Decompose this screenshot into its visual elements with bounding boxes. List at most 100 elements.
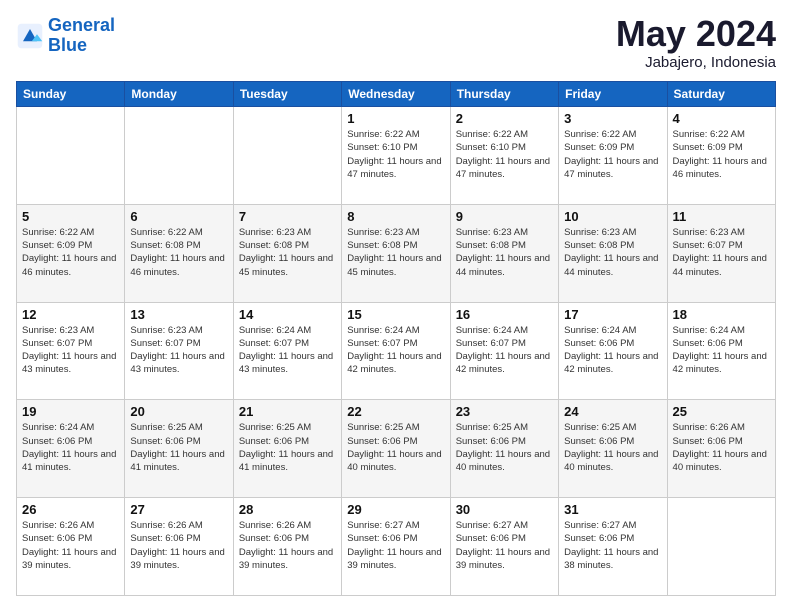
cell-info: Sunrise: 6:25 AM Sunset: 6:06 PM Dayligh…: [130, 421, 227, 474]
table-row: 23 Sunrise: 6:25 AM Sunset: 6:06 PM Dayli…: [450, 400, 558, 498]
day-number: 6: [130, 209, 227, 224]
day-number: 29: [347, 502, 444, 517]
logo-text: General Blue: [48, 16, 115, 56]
logo: General Blue: [16, 16, 115, 56]
table-row: 3Sunrise: 6:22 AM Sunset: 6:09 PM Daylig…: [559, 107, 667, 205]
col-sunday: Sunday: [17, 82, 125, 107]
table-row: 15Sunrise: 6:24 AM Sunset: 6:07 PM Dayli…: [342, 302, 450, 400]
day-number: 19: [22, 404, 119, 419]
day-number: 16: [456, 307, 553, 322]
cell-info: Sunrise: 6:27 AM Sunset: 6:06 PM Dayligh…: [456, 519, 553, 572]
day-number: 2: [456, 111, 553, 126]
day-number: 22: [347, 404, 444, 419]
cell-info: Sunrise: 6:22 AM Sunset: 6:10 PM Dayligh…: [456, 128, 553, 181]
day-number: 9: [456, 209, 553, 224]
col-wednesday: Wednesday: [342, 82, 450, 107]
table-row: 7Sunrise: 6:23 AM Sunset: 6:08 PM Daylig…: [233, 204, 341, 302]
day-number: 17: [564, 307, 661, 322]
cell-info: Sunrise: 6:25 AM Sunset: 6:06 PM Dayligh…: [347, 421, 444, 474]
cell-info: Sunrise: 6:24 AM Sunset: 6:06 PM Dayligh…: [564, 324, 661, 377]
cell-info: Sunrise: 6:23 AM Sunset: 6:07 PM Dayligh…: [673, 226, 770, 279]
table-row: 14 Sunrise: 6:24 AM Sunset: 6:07 PM Dayli…: [233, 302, 341, 400]
cell-info: Sunrise: 6:24 AM Sunset: 6:06 PM Dayligh…: [22, 421, 119, 474]
day-number: 10: [564, 209, 661, 224]
table-row: 18Sunrise: 6:24 AM Sunset: 6:06 PM Dayli…: [667, 302, 775, 400]
table-row: 29 Sunrise: 6:27 AM Sunset: 6:06 PM Dayli…: [342, 498, 450, 596]
table-row: 1Sunrise: 6:22 AM Sunset: 6:10 PM Daylig…: [342, 107, 450, 205]
cell-info: Sunrise: 6:24 AM Sunset: 6:07 PM Dayligh…: [239, 324, 336, 377]
cell-info: Sunrise: 6:22 AM Sunset: 6:08 PM Dayligh…: [130, 226, 227, 279]
table-row: 10Sunrise: 6:23 AM Sunset: 6:08 PM Dayli…: [559, 204, 667, 302]
cell-info: Sunrise: 6:25 AM Sunset: 6:06 PM Dayligh…: [564, 421, 661, 474]
cell-info: Sunrise: 6:24 AM Sunset: 6:06 PM Dayligh…: [673, 324, 770, 377]
cell-info: Sunrise: 6:22 AM Sunset: 6:09 PM Dayligh…: [22, 226, 119, 279]
table-row: 11 Sunrise: 6:23 AM Sunset: 6:07 PM Dayli…: [667, 204, 775, 302]
day-number: 4: [673, 111, 770, 126]
calendar-week-row: 26 Sunrise: 6:26 AM Sunset: 6:06 PM Dayli…: [17, 498, 776, 596]
table-row: 27 Sunrise: 6:26 AM Sunset: 6:06 PM Dayli…: [125, 498, 233, 596]
col-monday: Monday: [125, 82, 233, 107]
cell-info: Sunrise: 6:22 AM Sunset: 6:09 PM Dayligh…: [673, 128, 770, 181]
day-number: 12: [22, 307, 119, 322]
col-tuesday: Tuesday: [233, 82, 341, 107]
table-row: 31Sunrise: 6:27 AM Sunset: 6:06 PM Dayli…: [559, 498, 667, 596]
day-number: 14: [239, 307, 336, 322]
table-row: 2 Sunrise: 6:22 AM Sunset: 6:10 PM Daylig…: [450, 107, 558, 205]
table-row: 19 Sunrise: 6:24 AM Sunset: 6:06 PM Dayli…: [17, 400, 125, 498]
table-row: 8 Sunrise: 6:23 AM Sunset: 6:08 PM Daylig…: [342, 204, 450, 302]
day-number: 30: [456, 502, 553, 517]
day-number: 11: [673, 209, 770, 224]
logo-line1: General: [48, 15, 115, 35]
table-row: 12 Sunrise: 6:23 AM Sunset: 6:07 PM Dayli…: [17, 302, 125, 400]
col-saturday: Saturday: [667, 82, 775, 107]
day-number: 1: [347, 111, 444, 126]
day-number: 13: [130, 307, 227, 322]
calendar-week-row: 12 Sunrise: 6:23 AM Sunset: 6:07 PM Dayli…: [17, 302, 776, 400]
day-number: 27: [130, 502, 227, 517]
day-number: 23: [456, 404, 553, 419]
table-row: 25 Sunrise: 6:26 AM Sunset: 6:06 PM Dayli…: [667, 400, 775, 498]
title-area: May 2024 Jabajero, Indonesia: [616, 16, 776, 71]
day-number: 8: [347, 209, 444, 224]
table-row: 24Sunrise: 6:25 AM Sunset: 6:06 PM Dayli…: [559, 400, 667, 498]
col-friday: Friday: [559, 82, 667, 107]
cell-info: Sunrise: 6:23 AM Sunset: 6:08 PM Dayligh…: [347, 226, 444, 279]
table-row: 4 Sunrise: 6:22 AM Sunset: 6:09 PM Daylig…: [667, 107, 775, 205]
cell-info: Sunrise: 6:24 AM Sunset: 6:07 PM Dayligh…: [456, 324, 553, 377]
table-row: 21Sunrise: 6:25 AM Sunset: 6:06 PM Dayli…: [233, 400, 341, 498]
table-row: 20 Sunrise: 6:25 AM Sunset: 6:06 PM Dayli…: [125, 400, 233, 498]
calendar-week-row: 5Sunrise: 6:22 AM Sunset: 6:09 PM Daylig…: [17, 204, 776, 302]
cell-info: Sunrise: 6:26 AM Sunset: 6:06 PM Dayligh…: [673, 421, 770, 474]
cell-info: Sunrise: 6:23 AM Sunset: 6:08 PM Dayligh…: [239, 226, 336, 279]
cell-info: Sunrise: 6:23 AM Sunset: 6:07 PM Dayligh…: [22, 324, 119, 377]
cell-info: Sunrise: 6:25 AM Sunset: 6:06 PM Dayligh…: [456, 421, 553, 474]
day-number: 21: [239, 404, 336, 419]
day-number: 26: [22, 502, 119, 517]
table-row: [17, 107, 125, 205]
table-row: 28Sunrise: 6:26 AM Sunset: 6:06 PM Dayli…: [233, 498, 341, 596]
header: General Blue May 2024 Jabajero, Indonesi…: [16, 16, 776, 71]
location-subtitle: Jabajero, Indonesia: [616, 54, 776, 71]
table-row: 22 Sunrise: 6:25 AM Sunset: 6:06 PM Dayli…: [342, 400, 450, 498]
day-number: 31: [564, 502, 661, 517]
day-number: 20: [130, 404, 227, 419]
month-title: May 2024: [616, 16, 776, 52]
table-row: 5Sunrise: 6:22 AM Sunset: 6:09 PM Daylig…: [17, 204, 125, 302]
cell-info: Sunrise: 6:27 AM Sunset: 6:06 PM Dayligh…: [347, 519, 444, 572]
cell-info: Sunrise: 6:26 AM Sunset: 6:06 PM Dayligh…: [239, 519, 336, 572]
table-row: 30 Sunrise: 6:27 AM Sunset: 6:06 PM Dayli…: [450, 498, 558, 596]
table-row: 9 Sunrise: 6:23 AM Sunset: 6:08 PM Daylig…: [450, 204, 558, 302]
calendar-week-row: 1 Sunrise: 6:22 AM Sunset: 6:10 PM Daylig…: [17, 107, 776, 205]
cell-info: Sunrise: 6:23 AM Sunset: 6:07 PM Dayligh…: [130, 324, 227, 377]
table-row: 6 Sunrise: 6:22 AM Sunset: 6:08 PM Daylig…: [125, 204, 233, 302]
cell-info: Sunrise: 6:26 AM Sunset: 6:06 PM Dayligh…: [130, 519, 227, 572]
cell-info: Sunrise: 6:24 AM Sunset: 6:07 PM Dayligh…: [347, 324, 444, 377]
col-thursday: Thursday: [450, 82, 558, 107]
calendar-header-row: Sunday Monday Tuesday Wednesday Thursday…: [17, 82, 776, 107]
cell-info: Sunrise: 6:26 AM Sunset: 6:06 PM Dayligh…: [22, 519, 119, 572]
day-number: 25: [673, 404, 770, 419]
logo-icon: [16, 22, 44, 50]
logo-line2: Blue: [48, 35, 87, 55]
cell-info: Sunrise: 6:23 AM Sunset: 6:08 PM Dayligh…: [456, 226, 553, 279]
day-number: 3: [564, 111, 661, 126]
